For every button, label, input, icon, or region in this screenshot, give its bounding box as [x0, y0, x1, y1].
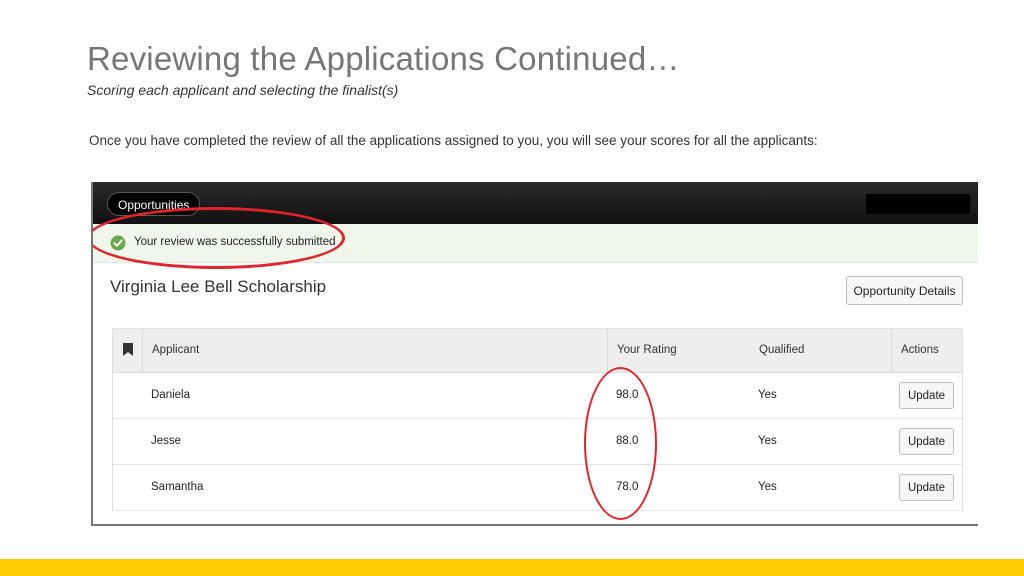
slide-subtitle: Scoring each applicant and selecting the…	[87, 82, 399, 98]
ratings-table: Applicant Your Rating Qualified Actions …	[112, 328, 963, 511]
redacted-block	[866, 194, 970, 214]
column-header-rating[interactable]: Your Rating	[607, 329, 749, 372]
table-row: Daniela 98.0 Yes Update	[113, 373, 962, 419]
embedded-screenshot: Opportunities Your review was successful…	[91, 182, 978, 526]
table-header: Applicant Your Rating Qualified Actions	[113, 329, 962, 373]
applicant-name: Samantha	[151, 481, 204, 493]
update-button[interactable]: Update	[899, 474, 954, 501]
annotation-rating-ellipse	[584, 367, 657, 520]
table-row: Samantha 78.0 Yes Update	[113, 465, 962, 511]
applicant-name: Daniela	[151, 389, 190, 401]
qualified-value: Yes	[758, 435, 777, 447]
annotation-highlight-ellipse	[93, 207, 345, 269]
qualified-value: Yes	[758, 481, 777, 493]
column-header-qualified[interactable]: Qualified	[759, 329, 889, 372]
table-row: Jesse 88.0 Yes Update	[113, 419, 962, 465]
page-title: Virginia Lee Bell Scholarship	[110, 277, 327, 296]
footer-accent-bar	[0, 559, 1024, 576]
applicant-name: Jesse	[151, 435, 182, 447]
slide-body-text: Once you have completed the review of al…	[89, 133, 818, 148]
column-header-actions: Actions	[891, 329, 963, 372]
update-button[interactable]: Update	[899, 382, 954, 409]
qualified-value: Yes	[758, 389, 777, 401]
bookmark-icon[interactable]	[123, 343, 133, 356]
opportunity-details-button[interactable]: Opportunity Details	[846, 276, 963, 305]
column-header-applicant[interactable]: Applicant	[142, 329, 607, 372]
slide-title: Reviewing the Applications Continued…	[87, 40, 680, 77]
update-button[interactable]: Update	[899, 428, 954, 455]
